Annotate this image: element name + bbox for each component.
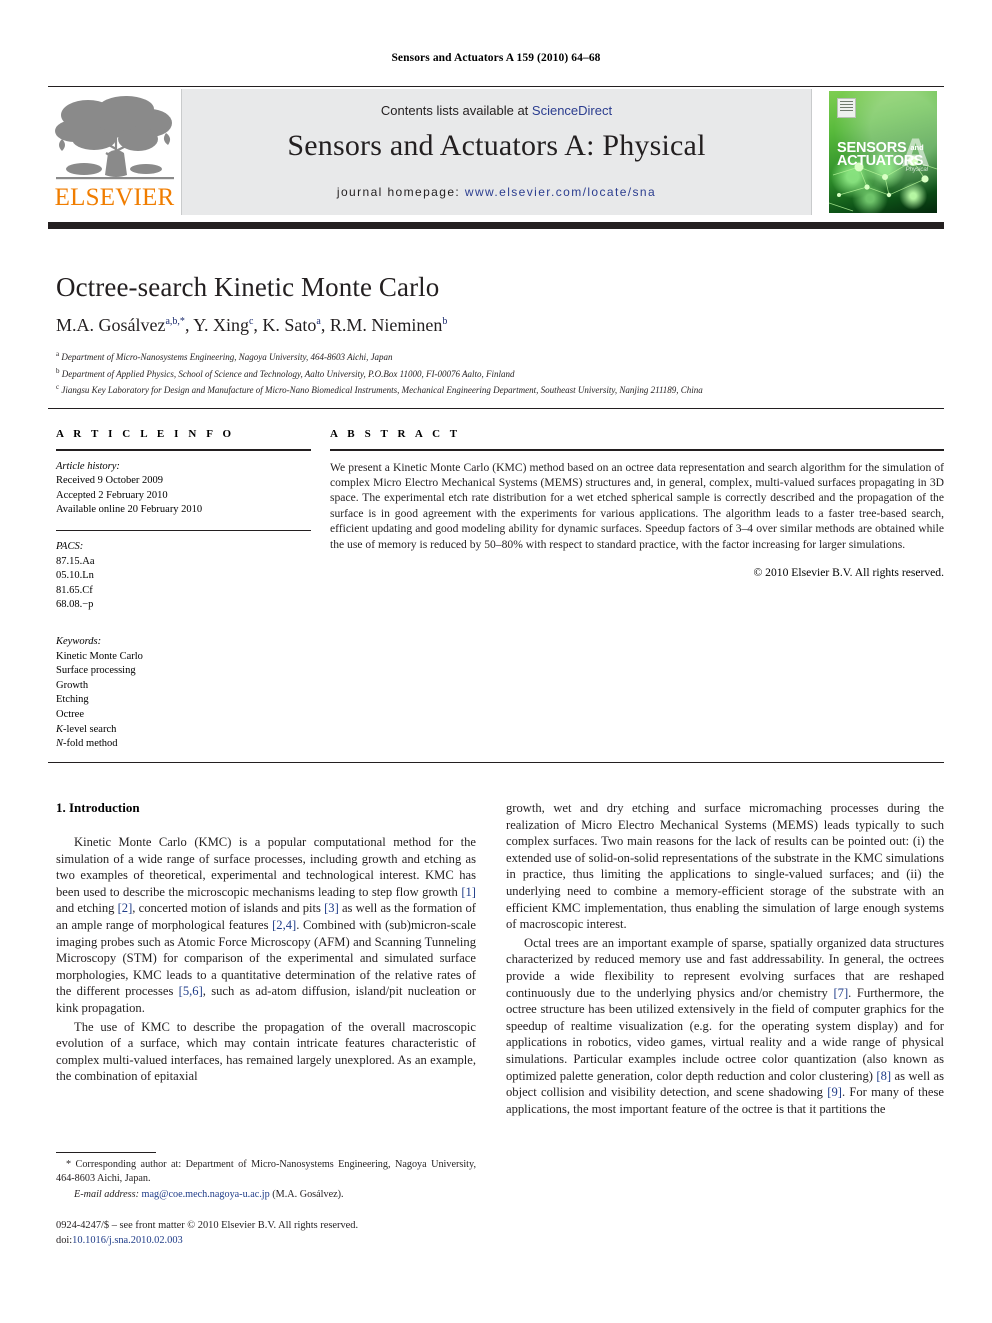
abstract-column: A B S T R A C T We present a Kinetic Mon…: [330, 428, 944, 579]
elsevier-logo: ELSEVIER: [48, 89, 181, 215]
article-history-label: Article history:: [56, 460, 120, 472]
keyword-item: N-fold method: [56, 738, 118, 750]
contents-available-line: Contents lists available at ScienceDirec…: [182, 103, 811, 118]
pacs-label: PACS:: [56, 540, 84, 552]
author-list: M.A. Gosálveza,b,*, Y. Xingc, K. Satoa, …: [56, 315, 448, 335]
abstract-heading: A B S T R A C T: [330, 428, 461, 440]
corresponding-author-note: * Corresponding author at: Department of…: [56, 1159, 476, 1184]
abstract-copyright: © 2010 Elsevier B.V. All rights reserved…: [753, 566, 944, 580]
journal-homepage-line: journal homepage: www.elsevier.com/locat…: [182, 185, 811, 199]
info-block-top-rule: [48, 408, 944, 409]
author-affil-marker: b: [442, 316, 448, 327]
article-info-column: A R T I C L E I N F O Article history: R…: [56, 428, 311, 752]
abstract-rule: [330, 449, 944, 451]
masthead-bottom-rule: [48, 222, 944, 229]
section-heading-introduction: 1. Introduction: [56, 800, 140, 815]
journal-homepage-link[interactable]: www.elsevier.com/locate/sna: [465, 185, 656, 199]
issn-front-matter: 0924-4247/$ – see front matter © 2010 El…: [56, 1220, 359, 1231]
body-paragraph: The use of KMC to describe the propagati…: [56, 1019, 476, 1084]
affiliation-text: Jiangsu Key Laboratory for Design and Ma…: [61, 385, 703, 396]
article-history: Article history: Received 9 October 2009…: [56, 460, 311, 518]
doi-label: doi:: [56, 1235, 73, 1246]
doi-line: doi:10.1016/j.sna.2010.02.003: [56, 1233, 516, 1248]
author-affil-marker: a,b,*: [165, 316, 185, 327]
email-label: E-mail address:: [74, 1189, 139, 1200]
masthead-panel: Contents lists available at ScienceDirec…: [181, 89, 812, 215]
body-left-column: 1. Introduction Kinetic Monte Carlo (KMC…: [56, 800, 476, 1087]
article-title: Octree-search Kinetic Monte Carlo: [56, 272, 440, 302]
body-paragraph: growth, wet and dry etching and surface …: [506, 801, 944, 932]
citation-ref[interactable]: [8]: [876, 1069, 891, 1083]
citation-ref[interactable]: [9]: [827, 1085, 842, 1099]
body-paragraph: Kinetic Monte Carlo (KMC) is a popular c…: [56, 835, 476, 1015]
pacs-divider: [56, 529, 311, 531]
keyword-item: K-level search: [56, 723, 117, 735]
affiliation-item: a Department of Micro-Nanosystems Engine…: [56, 348, 944, 365]
email-owner: (M.A. Gosálvez).: [272, 1189, 344, 1200]
article-history-item: Received 9 October 2009: [56, 475, 164, 487]
elsevier-tree-icon: [54, 93, 176, 183]
cover-publisher-badge: [837, 98, 856, 118]
journal-title: Sensors and Actuators A: Physical: [287, 129, 706, 162]
footnote-divider: [56, 1152, 156, 1153]
sciencedirect-link[interactable]: ScienceDirect: [532, 103, 612, 118]
body-paragraph: Octal trees are an important example of …: [506, 935, 945, 1116]
keyword-item: Octree: [56, 708, 84, 720]
pacs-item: 68.08.−p: [56, 599, 94, 611]
keyword-item: Etching: [56, 694, 89, 706]
info-block-bottom-rule: [48, 762, 944, 763]
citation-ref[interactable]: [3]: [324, 901, 339, 915]
citation-ref[interactable]: [2,4]: [272, 918, 296, 932]
cover-subtitle: Physical: [905, 167, 928, 173]
footnote-block: * Corresponding author at: Department of…: [56, 1158, 476, 1202]
article-info-heading: A R T I C L E I N F O: [56, 428, 235, 440]
keywords-block: Keywords: Kinetic Monte Carlo Surface pr…: [56, 635, 311, 752]
article-info-rule: [56, 449, 311, 451]
affiliation-list: a Department of Micro-Nanosystems Engine…: [56, 348, 944, 398]
keyword-item: Growth: [56, 679, 89, 691]
doi-link[interactable]: 10.1016/j.sna.2010.02.003: [72, 1235, 183, 1246]
affiliation-marker: b: [56, 366, 60, 375]
keyword-item: Kinetic Monte Carlo: [56, 650, 143, 662]
keyword-item: Surface processing: [56, 665, 136, 677]
author-affil-marker: c: [248, 316, 254, 327]
affiliation-item: c Jiangsu Key Laboratory for Design and …: [56, 381, 944, 398]
pacs-item: 05.10.Ln: [56, 570, 94, 582]
affiliation-text: Department of Micro-Nanosystems Engineer…: [61, 352, 393, 362]
affiliation-marker: c: [56, 383, 60, 392]
elsevier-wordmark: ELSEVIER: [54, 184, 175, 211]
affiliation-marker: a: [56, 350, 60, 358]
email-note: E-mail address: mag@coe.mech.nagoya-u.ac…: [56, 1188, 476, 1202]
affiliation-text: Department of Applied Physics, School of…: [61, 368, 515, 379]
cover-artwork: SENSORS and ACTUATORS A Physical: [829, 91, 937, 213]
journal-article-page: Sensors and Actuators A 159 (2010) 64–68: [0, 0, 992, 1323]
homepage-prefix: journal homepage:: [336, 185, 465, 199]
body-right-column: growth, wet and dry etching and surface …: [506, 800, 944, 1119]
keywords-label: Keywords:: [56, 635, 102, 647]
journal-masthead: ELSEVIER Contents lists available at Sci…: [48, 86, 944, 216]
pacs-block: PACS: 87.15.Aa 05.10.Ln 81.65.Cf 68.08.−…: [56, 540, 311, 613]
author-affil-marker: a: [316, 316, 321, 327]
pacs-item: 81.65.Cf: [56, 584, 93, 596]
email-link[interactable]: mag@coe.mech.nagoya-u.ac.jp: [142, 1189, 270, 1200]
imprint-block: 0924-4247/$ – see front matter © 2010 El…: [56, 1218, 516, 1248]
abstract-text: We present a Kinetic Monte Carlo (KMC) m…: [330, 460, 944, 551]
journal-cover-thumbnail: SENSORS and ACTUATORS A Physical: [822, 89, 944, 215]
article-history-item: Accepted 2 February 2010: [56, 489, 168, 501]
citation-ref[interactable]: [2]: [118, 901, 133, 915]
citation-ref[interactable]: [7]: [833, 986, 848, 1000]
pacs-item: 87.15.Aa: [56, 555, 95, 567]
running-head: Sensors and Actuators A 159 (2010) 64–68: [391, 52, 601, 64]
citation-ref[interactable]: [5,6]: [179, 984, 203, 998]
affiliation-item: b Department of Applied Physics, School …: [56, 365, 944, 382]
article-history-item: Available online 20 February 2010: [56, 504, 203, 516]
citation-ref[interactable]: [1]: [461, 885, 476, 899]
contents-prefix: Contents lists available at: [380, 103, 532, 118]
